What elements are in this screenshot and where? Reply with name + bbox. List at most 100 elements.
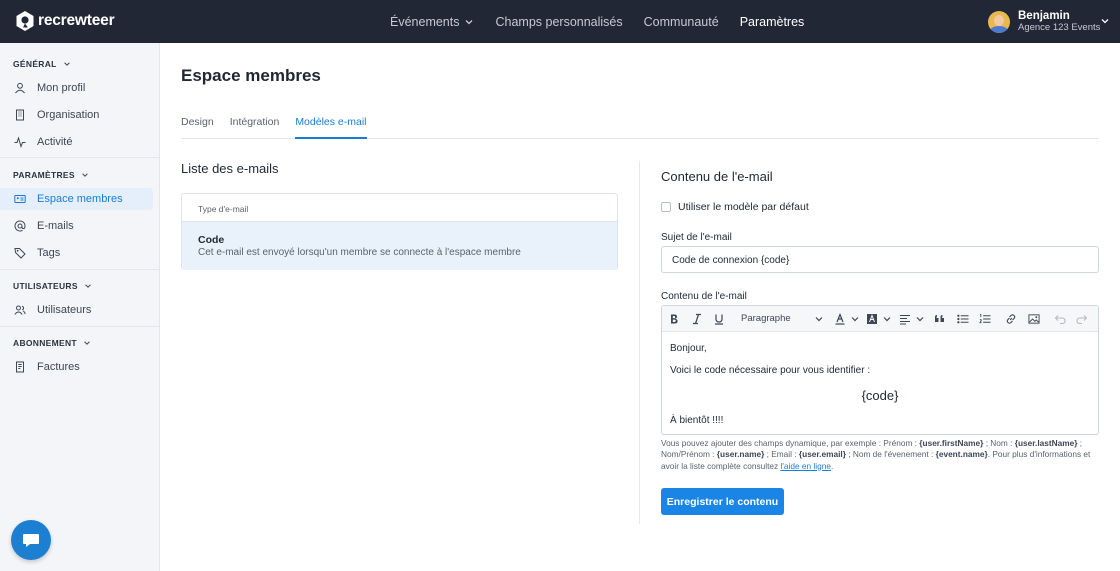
chevron-down-icon [85,284,91,288]
row-title: Code [198,234,225,246]
default-template-option[interactable]: Utiliser le modèle par défaut [661,201,809,213]
nav-parametres-label: Paramètres [739,14,805,29]
user-org: Agence 123 Events [1018,21,1101,33]
align-icon[interactable] [899,312,911,326]
chevron-down-icon[interactable] [814,312,824,326]
chevron-down-icon [1101,19,1109,24]
sidebar-section-utilisateurs[interactable]: UTILISATEURS [13,281,92,291]
brand-name: recrewteer [38,12,115,29]
section-title: PARAMÈTRES [13,170,75,180]
main-nav: Événements Champs personnalisés Communau… [390,0,825,43]
sidebar-item-mon-profil[interactable]: Mon profil [0,77,153,99]
chevron-down-icon[interactable] [850,312,860,326]
bold-icon[interactable] [668,312,680,326]
bullet-list-icon[interactable] [956,312,969,326]
help-text: ; Nom de l'évenement : [845,449,936,460]
sidebar-item-espace-membres[interactable]: Espace membres [0,188,153,210]
sidebar-item-e-mails[interactable]: E-mails [0,215,153,237]
chat-support-button[interactable] [11,520,51,560]
tag-icon [14,248,26,259]
sidebar-item-organisation[interactable]: Organisation [0,104,153,126]
logo-icon [16,11,34,31]
save-content-button[interactable]: Enregistrer le contenu [661,488,784,515]
email-list-title: Liste des e-mails [181,161,279,176]
body-code-placeholder: {code} [861,388,899,403]
font-color-icon[interactable] [834,312,846,326]
user-name: Benjamin [1018,9,1070,22]
online-help-link[interactable]: l'aide en ligne [780,461,830,471]
at-icon [14,220,26,232]
users-icon [14,305,26,315]
nav-communaute[interactable]: Communauté [644,15,719,29]
help-field: {user.email} [798,449,846,460]
avatar [988,10,1010,33]
link-icon[interactable] [1005,312,1017,326]
tab-modeles-email[interactable]: Modèles e-mail [295,116,367,139]
sidebar: GÉNÉRAL Mon profil Organisation Activité… [0,43,160,571]
chat-bubble-icon [23,534,39,547]
default-template-checkbox[interactable] [661,202,671,212]
sidebar-item-label: Tags [37,247,61,259]
sidebar-item-utilisateurs[interactable]: Utilisateurs [0,299,153,321]
subject-input[interactable]: Code de connexion {code} [661,246,1099,273]
sidebar-item-factures[interactable]: Factures [0,356,153,378]
tab-integration[interactable]: Intégration [230,116,280,139]
image-icon[interactable] [1027,312,1040,326]
divider [0,157,160,158]
undo-icon[interactable] [1054,312,1066,326]
help-text: ; Nom : [983,438,1015,448]
chevron-down-icon [82,173,88,177]
chevron-down-icon [466,19,473,24]
italic-icon[interactable] [691,312,703,326]
vertical-divider [639,161,640,524]
sidebar-section-abonnement[interactable]: ABONNEMENT [13,338,91,348]
sidebar-item-activite[interactable]: Activité [0,131,153,153]
chevron-down-icon [63,62,70,66]
row-description: Cet e-mail est envoyé lorsqu'un membre s… [198,247,521,258]
main-content: Espace membres Design Intégration Modèle… [160,43,1120,571]
sidebar-item-label: Utilisateurs [37,304,92,316]
section-title: GÉNÉRAL [13,59,57,69]
email-list-table: Type d'e-mail Code Cet e-mail est envoyé… [181,193,618,270]
body-label: Contenu de l'e-mail [661,291,747,302]
help-field: {event.name} [935,449,988,460]
dynamic-fields-help: Vous pouvez ajouter des champs dynamique… [661,438,1099,472]
help-text: ; Email : [764,449,799,460]
table-row[interactable]: Code Cet e-mail est envoyé lorsqu'un mem… [182,222,617,270]
nav-parametres[interactable]: Paramètres [740,15,805,29]
help-field: {user.lastName} [1014,438,1078,448]
paragraph-select-label: Paragraphe [741,313,791,324]
table-header: Type d'e-mail [182,194,617,222]
chevron-down-icon[interactable] [915,312,925,326]
sidebar-section-parametres[interactable]: PARAMÈTRES [13,170,89,180]
background-color-icon[interactable] [866,312,878,326]
paragraph-select[interactable]: Paragraphe [741,313,791,324]
user-icon [15,82,25,94]
underline-icon[interactable] [713,312,725,326]
top-navbar: recrewteer Événements Champs personnalis… [0,0,1120,43]
chevron-down-icon[interactable] [882,312,892,326]
sidebar-item-label: E-mails [37,220,74,232]
user-menu[interactable]: Benjamin Agence 123 Events [988,0,1109,43]
building-icon [16,109,24,121]
nav-champs-personnalises[interactable]: Champs personnalisés [495,15,622,29]
sidebar-section-general[interactable]: GÉNÉRAL [13,59,71,69]
nav-champs-label: Champs personnalisés [495,14,623,29]
help-field: {user.name} [716,449,765,460]
quote-icon[interactable] [934,312,946,326]
tab-design[interactable]: Design [181,116,214,139]
help-field: {user.firstName} [919,438,984,448]
nav-evenements-label: Événements [390,14,460,29]
activity-icon [14,136,26,148]
brand-logo[interactable]: recrewteer [15,10,115,32]
sidebar-item-tags[interactable]: Tags [0,242,153,264]
sidebar-item-label: Organisation [37,109,100,121]
id-card-icon [14,195,26,203]
body-line: Voici le code nécessaire pour vous ident… [670,365,871,376]
numbered-list-icon[interactable] [978,312,991,326]
chevron-down-icon [84,341,90,345]
redo-icon[interactable] [1076,312,1088,326]
body-line: Bonjour, [670,343,707,354]
nav-evenements[interactable]: Événements [390,15,474,29]
subject-label: Sujet de l'e-mail [661,232,732,243]
